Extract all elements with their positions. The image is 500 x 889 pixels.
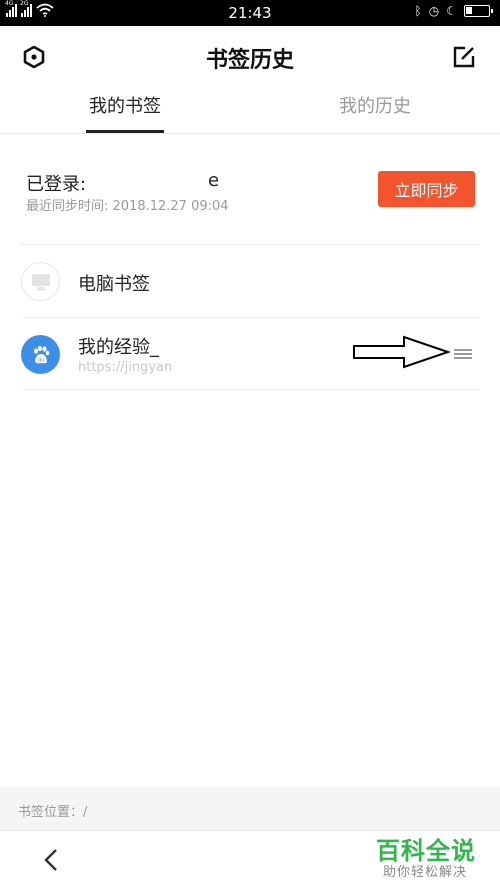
tab-my-bookmarks[interactable]: 我的书签 [0, 92, 250, 118]
status-icons: ᛒ ◷ ☾ [414, 4, 493, 18]
status-bar: 4G 2G 21:43 ᛒ ◷ ☾ [0, 0, 500, 26]
page-title: 书签历史 [205, 48, 294, 73]
bookmark-url: https://jingyan [78, 360, 173, 375]
back-button[interactable] [36, 845, 66, 875]
watermark-subtitle: 助你轻松解决 [383, 865, 468, 880]
bookmark-location-label: 书签位置：/ [18, 805, 88, 820]
bookmark-folder-computer[interactable]: 电脑书签 [0, 245, 500, 317]
header: 书签历史 [0, 26, 500, 88]
bookmark-title: 我的经验_ [78, 337, 159, 358]
bookmark-location-bar: 书签位置：/ [0, 787, 500, 831]
computer-icon [21, 262, 60, 301]
divider [20, 389, 480, 390]
active-tab-indicator [86, 130, 164, 133]
chevron-left-icon [44, 849, 57, 871]
edit-icon[interactable] [450, 43, 478, 71]
alarm-icon: ◷ [428, 4, 440, 18]
account-section: 已登录: e 最近同步时间: 2018.12.27 09:04 立即同步 [0, 134, 500, 244]
drag-handle-icon[interactable] [454, 349, 472, 361]
baidu-paw-icon: du [21, 335, 60, 374]
annotation-arrow-icon [353, 335, 452, 369]
sync-now-button[interactable]: 立即同步 [378, 171, 475, 207]
bluetooth-icon: ᛒ [414, 4, 422, 18]
login-status-label: 已登录: [26, 174, 87, 195]
svg-text:du: du [37, 357, 43, 363]
moon-icon: ☾ [446, 4, 457, 18]
login-username: e [208, 170, 220, 191]
tab-bar: 我的书签 我的历史 [0, 88, 500, 134]
bookmark-title: 电脑书签 [78, 274, 150, 295]
last-sync-time: 最近同步时间: 2018.12.27 09:04 [26, 199, 229, 214]
tab-my-history[interactable]: 我的历史 [250, 92, 500, 118]
battery-icon [464, 5, 493, 17]
bookmarks-history-screen: 4G 2G 21:43 ᛒ ◷ ☾ 书签历史 我的书签 我的历史 已登录: e … [0, 0, 500, 889]
bottom-bar: 百科全说 助你轻松解决 [0, 831, 500, 889]
